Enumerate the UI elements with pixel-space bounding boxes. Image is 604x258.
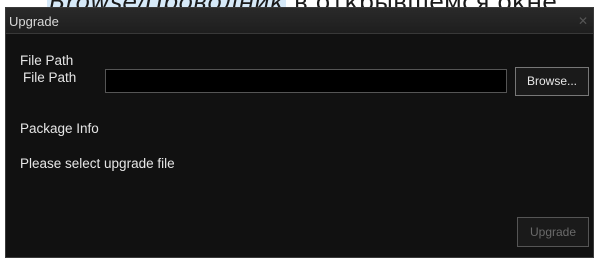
package-info-label: Package Info <box>20 121 99 136</box>
file-path-section-label: File Path <box>20 53 74 68</box>
file-path-field-label: File Path <box>23 70 77 85</box>
upgrade-button[interactable]: Upgrade <box>517 217 589 247</box>
upgrade-dialog: Upgrade ✕ File Path File Path Browse... … <box>5 7 594 258</box>
close-icon[interactable]: ✕ <box>576 14 590 28</box>
dialog-title: Upgrade <box>9 14 59 29</box>
dialog-titlebar[interactable]: Upgrade ✕ <box>6 8 593 34</box>
file-path-input[interactable] <box>105 69 507 93</box>
browse-button[interactable]: Browse... <box>515 67 589 96</box>
upgrade-status-text: Please select upgrade file <box>20 156 175 171</box>
